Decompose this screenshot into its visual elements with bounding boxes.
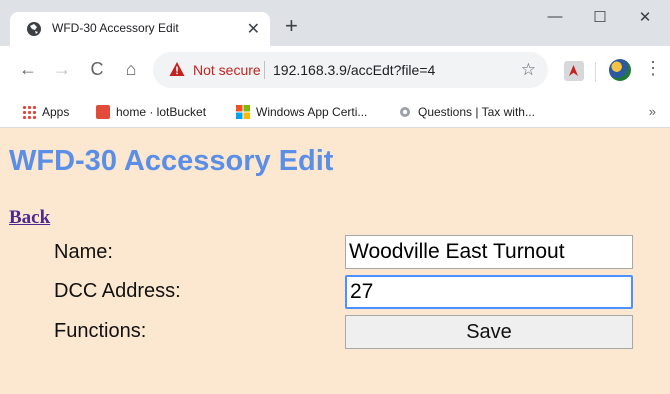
globe-icon [27, 22, 41, 36]
url-text[interactable]: 192.168.3.9/accEdt?file=4 [273, 62, 435, 78]
menu-icon[interactable]: ⋮ [644, 58, 662, 79]
dcc-address-field[interactable] [345, 275, 633, 309]
forward-arrow-icon[interactable]: → [52, 59, 72, 80]
profile-avatar[interactable] [609, 59, 631, 81]
bookmark-star-icon[interactable]: ☆ [521, 60, 536, 80]
toolbar-divider [595, 62, 596, 82]
address-bar[interactable]: Not secure 192.168.3.9/accEdt?file=4 ☆ [153, 52, 548, 88]
page-title: WFD-30 Accessory Edit [9, 145, 334, 177]
minimize-button[interactable]: — [535, 8, 575, 34]
home-icon[interactable]: ⌂ [121, 59, 141, 80]
page-content: WFD-30 Accessory Edit Back Name: DCC Add… [0, 128, 670, 394]
save-button[interactable]: Save [345, 315, 633, 349]
bookmark-windows-app-cert[interactable]: Windows App Certi... [236, 105, 367, 119]
bookmark-lotbucket[interactable]: home · lotBucket [96, 105, 206, 119]
functions-label: Functions: [54, 320, 147, 342]
browser-toolbar: ← → C ⌂ Not secure 192.168.3.9/accEdt?fi… [0, 46, 670, 98]
dcc-address-label: DCC Address: [54, 280, 181, 302]
omnibox-divider [264, 61, 265, 79]
back-link[interactable]: Back [9, 207, 50, 229]
bookmark-label: Apps [42, 105, 70, 119]
more-bookmarks-icon[interactable]: » [649, 104, 656, 119]
warning-icon [169, 62, 185, 76]
tab-title: WFD-30 Accessory Edit [52, 21, 179, 35]
back-arrow-icon[interactable]: ← [18, 59, 38, 80]
maximize-button[interactable]: ☐ [580, 8, 620, 34]
close-window-button[interactable]: ✕ [625, 8, 665, 34]
windows-logo-icon [236, 105, 250, 119]
bookmark-apps[interactable]: Apps [22, 105, 69, 119]
reload-icon[interactable]: C [87, 59, 107, 80]
bookmark-label: Windows App Certi... [256, 105, 368, 119]
browser-tab[interactable]: WFD-30 Accessory Edit ✕ [10, 12, 270, 46]
bookmarks-bar: Apps home · lotBucket Windows App Certi.… [0, 98, 670, 128]
new-tab-button[interactable]: + [285, 15, 298, 37]
bookmark-questions-tax[interactable]: Questions | Tax with... [398, 105, 535, 119]
bookmark-site-icon [96, 105, 110, 119]
security-status[interactable]: Not secure [193, 62, 261, 78]
close-tab-icon[interactable]: ✕ [247, 19, 260, 39]
crest-icon [400, 107, 410, 117]
name-label: Name: [54, 241, 113, 263]
apps-grid-icon [22, 105, 36, 119]
bookmark-label: Questions | Tax with... [418, 105, 535, 119]
name-field[interactable] [345, 235, 633, 269]
bookmark-label: home · lotBucket [116, 105, 207, 119]
pdf-extension-icon[interactable] [564, 61, 584, 81]
